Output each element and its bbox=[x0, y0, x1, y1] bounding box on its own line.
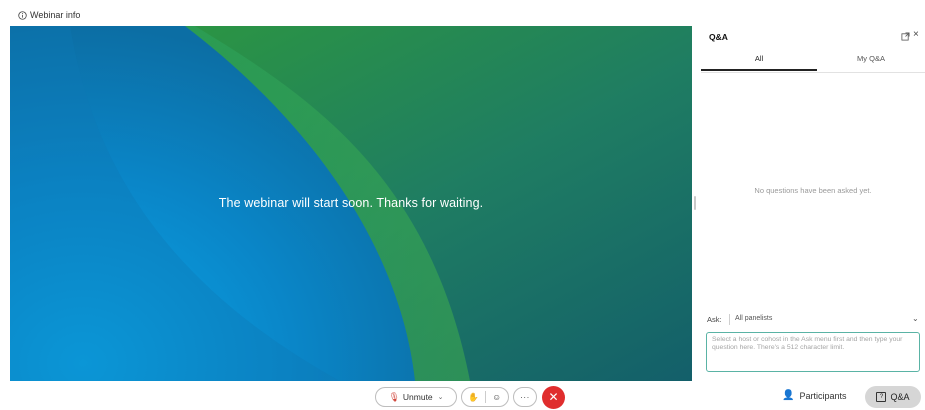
participants-label: Participants bbox=[799, 390, 847, 401]
raise-hand-icon[interactable]: ✋ bbox=[462, 392, 485, 403]
qa-panel: Q&A × All My Q&A No questions have been … bbox=[701, 26, 925, 382]
reactions-icon[interactable]: ☺ bbox=[486, 392, 509, 402]
leave-icon: ✕ bbox=[548, 390, 559, 404]
waiting-message: The webinar will start soon. Thanks for … bbox=[218, 196, 484, 210]
more-options-button[interactable]: ··· bbox=[513, 387, 537, 407]
reactions-group: ✋ ☺ bbox=[461, 387, 509, 407]
video-stage: The webinar will start soon. Thanks for … bbox=[10, 26, 692, 381]
info-icon bbox=[18, 10, 27, 20]
participants-icon: 👤 bbox=[782, 390, 795, 401]
panel-resize-handle[interactable] bbox=[694, 196, 696, 210]
mic-muted-icon: 🎙 bbox=[388, 391, 400, 402]
participants-button[interactable]: 👤 Participants bbox=[782, 390, 846, 401]
question-input-box[interactable] bbox=[706, 332, 920, 372]
unmute-label: Unmute bbox=[402, 392, 433, 402]
control-bar: 🎙 Unmute ⌄ ✋ ☺ ··· ✕ 👤 Participants ? Q&… bbox=[0, 386, 925, 410]
webinar-info-label: Webinar info bbox=[30, 10, 81, 20]
qa-button[interactable]: ? Q&A bbox=[865, 386, 921, 408]
leave-button[interactable]: ✕ bbox=[542, 386, 565, 409]
popout-icon[interactable] bbox=[901, 32, 910, 41]
question-input[interactable] bbox=[707, 333, 919, 371]
panel-title: Q&A bbox=[709, 32, 728, 42]
more-label: ··· bbox=[520, 392, 530, 402]
top-bar: Webinar info bbox=[0, 0, 925, 24]
qa-label: Q&A bbox=[890, 392, 910, 402]
qa-icon: ? bbox=[876, 392, 887, 402]
chevron-down-icon[interactable]: ⌄ bbox=[438, 393, 444, 401]
empty-state-message: No questions have been asked yet. bbox=[754, 186, 872, 195]
tab-all[interactable]: All bbox=[701, 48, 817, 71]
ask-recipient-select[interactable]: All panelists bbox=[735, 315, 772, 322]
webinar-info-link[interactable]: Webinar info bbox=[18, 10, 80, 20]
chevron-down-icon[interactable]: ⌄ bbox=[912, 314, 919, 323]
unmute-button[interactable]: 🎙 Unmute ⌄ bbox=[375, 387, 457, 407]
tab-my-qa[interactable]: My Q&A bbox=[817, 48, 925, 71]
ask-divider bbox=[729, 314, 730, 325]
close-icon[interactable]: × bbox=[913, 30, 919, 40]
ask-recipient-row[interactable]: Ask: All panelists ⌄ bbox=[705, 313, 923, 327]
qa-tabs: All My Q&A bbox=[701, 48, 925, 73]
ask-label: Ask: bbox=[707, 315, 722, 324]
